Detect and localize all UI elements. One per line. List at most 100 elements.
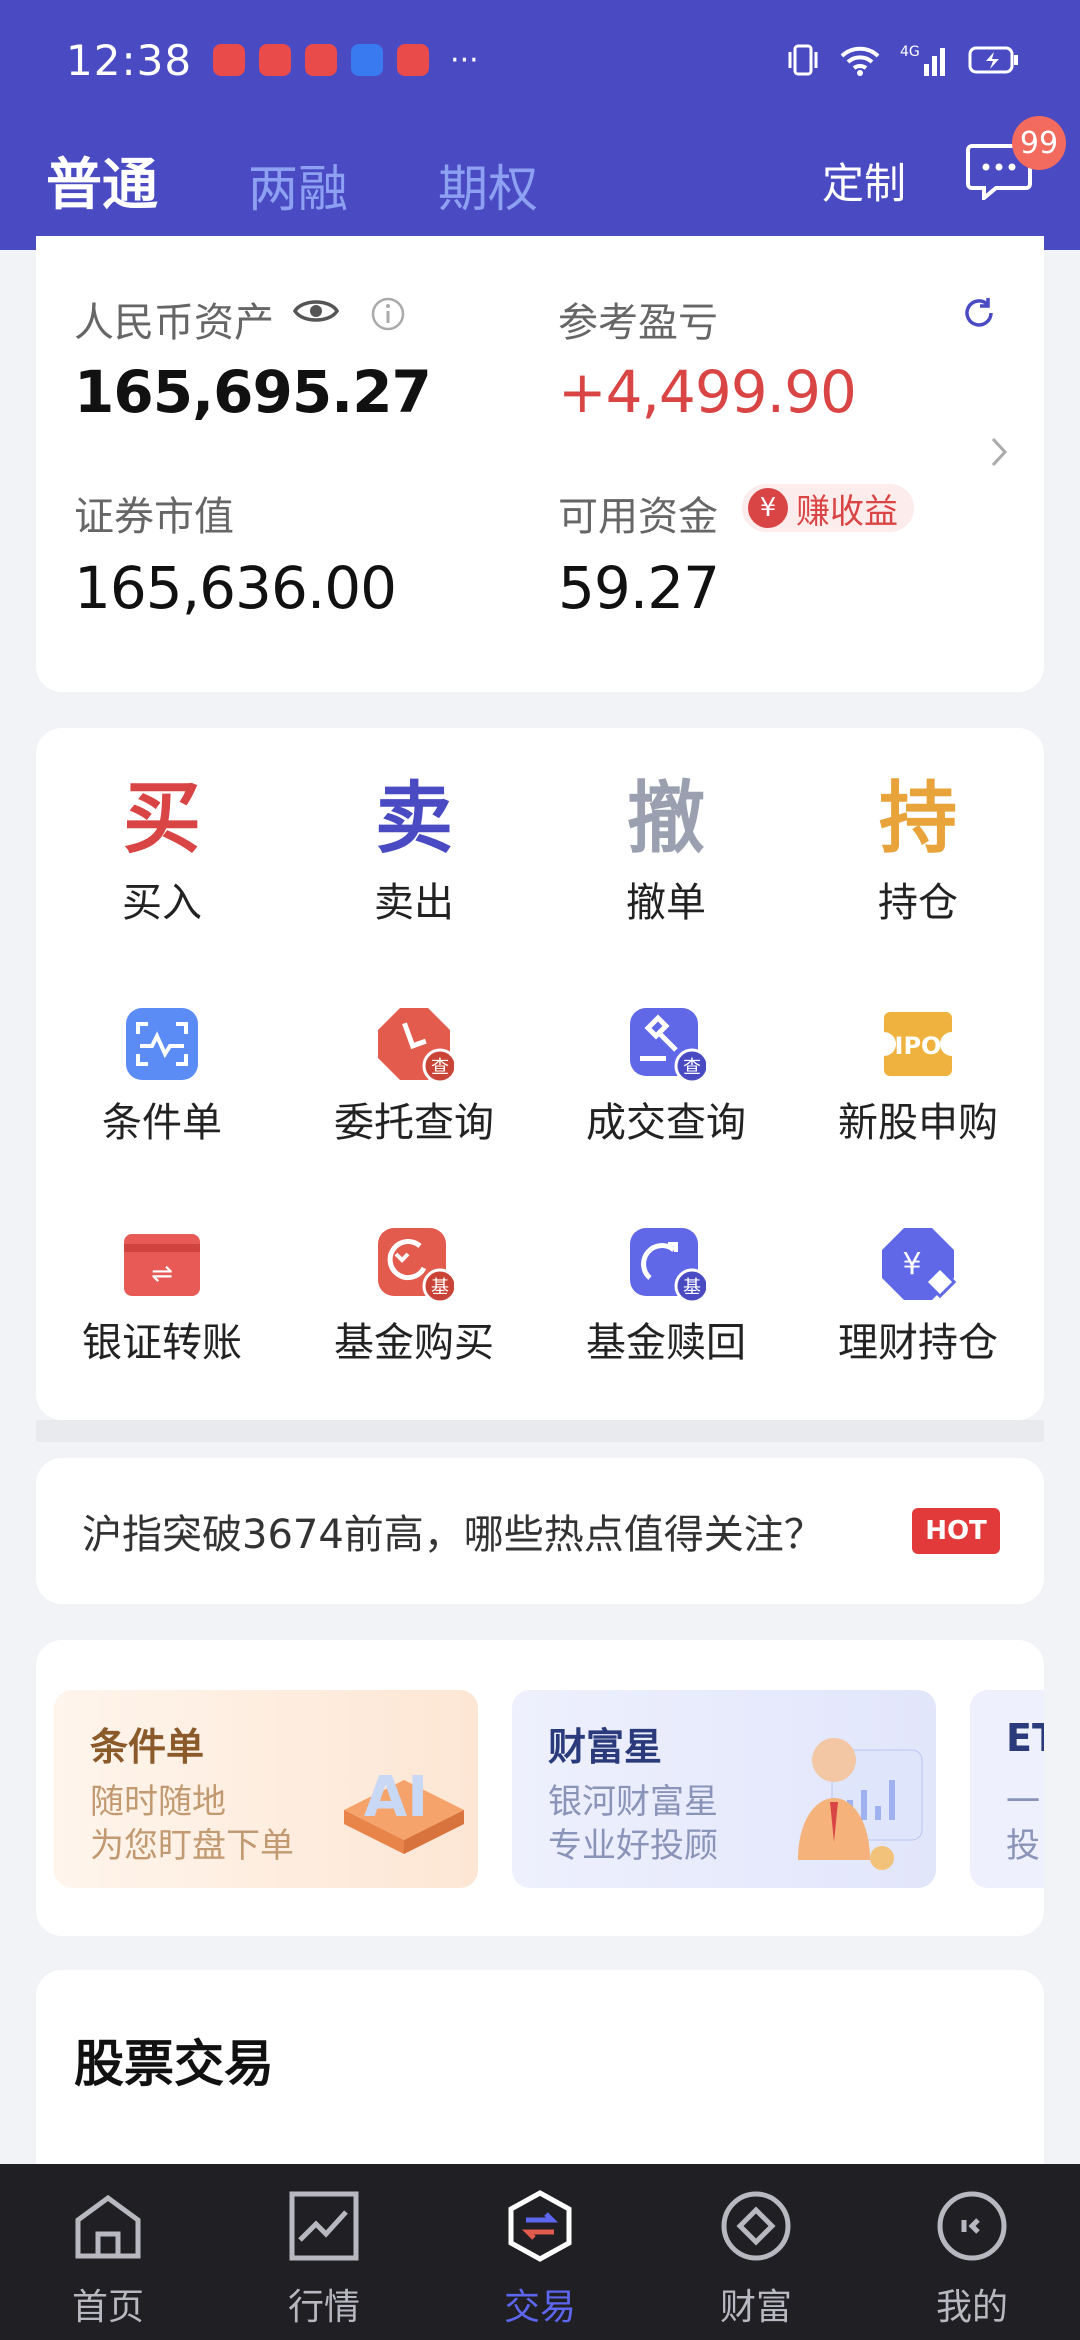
rmb-asset-value: 165,695.27 [74,358,432,426]
home-icon [75,2194,141,2259]
nav-mine-label: 我的 [935,2287,1008,2328]
buy-button[interactable]: 买 买入 [36,774,288,928]
svg-text:AI: AI [364,1765,428,1830]
trade-icon [508,2190,572,2262]
yen-icon: ¥ [748,488,788,528]
bottom-navigation: 首页 行情 交易 财富 我的 [0,2164,1080,2340]
promo-title-2: 财富星 [548,1725,663,1769]
cancel-label: 撤单 [626,880,706,926]
etf-promo[interactable]: ET 一 投 [970,1690,1044,1888]
sell-char: 卖 [374,774,453,864]
bank-transfer-button[interactable]: ⇌ 银证转账 [36,1224,288,1368]
pnl-label: 参考盈亏 [558,300,718,346]
ipo-subscribe-label: 新股申购 [838,1100,998,1146]
cash-label: 可用资金 [558,494,718,540]
promo-title: 条件单 [90,1725,205,1769]
hot-badge: HOT [912,1508,1000,1554]
promo-line1-3: 一 [1006,1782,1040,1822]
sell-button[interactable]: 卖 卖出 [288,774,540,928]
deal-query-button[interactable]: 查 成交查询 [540,1004,792,1148]
asset-card[interactable]: 人民币资产 165,695.27 参考盈亏 +4,499.90 证券市值 165… [36,236,1044,692]
svg-text:查: 查 [683,1057,701,1078]
ipo-icon: IPO [878,1004,958,1084]
holdings-label: 持仓 [878,880,958,926]
cash-value: 59.27 [558,554,720,622]
news-text: 沪指突破3674前高，哪些热点值得关注？ [82,1512,824,1558]
earn-income-label: 赚收益 [796,491,898,532]
order-query-icon: 查 [374,1004,458,1084]
profile-icon [937,2191,1007,2261]
promo-line1: 随时随地 [90,1782,226,1822]
wealth-holding-icon: ¥ [878,1224,958,1304]
chevron-right-icon[interactable] [988,434,1010,470]
tab-options[interactable]: 期权 [438,149,538,221]
stock-trading-title: 股票交易 [74,2035,274,2093]
promo-line2: 为您盯盘下单 [90,1826,294,1866]
cancel-char: 撤 [626,774,705,864]
nav-market[interactable]: 行情 [216,2164,432,2340]
rmb-asset-label: 人民币资产 [74,300,274,346]
news-banner[interactable]: 沪指突破3674前高，哪些热点值得关注？ HOT [36,1458,1044,1604]
promo-line1-2: 银河财富星 [548,1782,718,1822]
info-icon[interactable] [370,296,406,332]
bank-transfer-icon: ⇌ [122,1224,202,1304]
message-badge: 99 [1012,116,1066,170]
signal-icon: 4G [900,44,945,76]
section-divider [36,1420,1044,1442]
nav-wealth[interactable]: 财富 [648,2164,864,2340]
eye-icon[interactable] [292,294,340,328]
tab-margin[interactable]: 两融 [248,149,348,221]
fund-buy-button[interactable]: 基 基金购买 [288,1224,540,1368]
advisor-illustration-icon [798,1738,923,1870]
huawei-app-icon [213,44,246,76]
holdings-button[interactable]: 持 持仓 [792,774,1044,928]
voice-app-icon [351,44,384,76]
fund-redeem-label: 基金赎回 [586,1320,746,1366]
nav-trade[interactable]: 交易 [432,2164,648,2340]
top-header: 12:38 ··· 4G 普通 两融 期权 定制 99 [0,0,1080,265]
market-value-label: 证券市值 [74,494,234,540]
order-query-label: 委托查询 [334,1100,494,1146]
tab-normal[interactable]: 普通 [46,140,158,265]
buy-label: 买入 [122,880,202,926]
nav-mine[interactable]: 我的 [864,2164,1080,2340]
earn-income-button[interactable]: ¥ 赚收益 [742,484,914,532]
promo-banner-carousel: 条件单 随时随地 为您盯盘下单 AI 财富星 银河财富星 专业好投顾 ET 一 … [36,1640,1044,1936]
chart-icon [289,2191,359,2261]
condition-order-icon [122,1004,202,1084]
deal-query-icon: 查 [626,1004,710,1084]
svg-text:IPO: IPO [895,1032,942,1060]
order-query-button[interactable]: 查 委托查询 [288,1004,540,1148]
bank-transfer-label: 银证转账 [82,1320,242,1366]
more-notifications-icon: ··· [450,42,479,78]
nav-home[interactable]: 首页 [0,2164,216,2340]
asset-card-top [36,236,1044,266]
wealth-star-promo[interactable]: 财富星 银河财富星 专业好投顾 [512,1690,936,1888]
ipo-subscribe-button[interactable]: IPO 新股申购 [792,1004,1044,1148]
fund-buy-icon: 基 [374,1224,458,1304]
account-tabs: 普通 两融 期权 [46,140,628,265]
svg-text:查: 查 [431,1057,449,1078]
svg-text:基: 基 [431,1277,449,1298]
svg-text:⇌: ⇌ [151,1259,173,1289]
battery-icon [968,46,1018,74]
cancel-order-button[interactable]: 撤 撤单 [540,774,792,928]
vibrate-icon [788,44,818,76]
wealth-holding-label: 理财持仓 [838,1320,998,1366]
holdings-char: 持 [878,774,957,864]
pnl-value: +4,499.90 [558,358,857,426]
svg-text:基: 基 [683,1277,701,1298]
nav-trade-label: 交易 [503,2287,576,2328]
wealth-holding-button[interactable]: ¥ 理财持仓 [792,1224,1044,1368]
promo-line2-3: 投 [1006,1826,1040,1866]
nav-wealth-label: 财富 [719,2287,792,2328]
wifi-icon [840,46,880,76]
customize-button[interactable]: 定制 [822,150,906,211]
fund-redeem-icon: 基 [626,1224,710,1304]
wealth-icon [721,2191,791,2261]
book-app-icon-2 [305,44,338,76]
refresh-icon[interactable] [960,294,998,332]
condition-order-button[interactable]: 条件单 [36,1004,288,1148]
condition-order-promo[interactable]: 条件单 随时随地 为您盯盘下单 AI [54,1690,478,1888]
fund-redeem-button[interactable]: 基 基金赎回 [540,1224,792,1368]
